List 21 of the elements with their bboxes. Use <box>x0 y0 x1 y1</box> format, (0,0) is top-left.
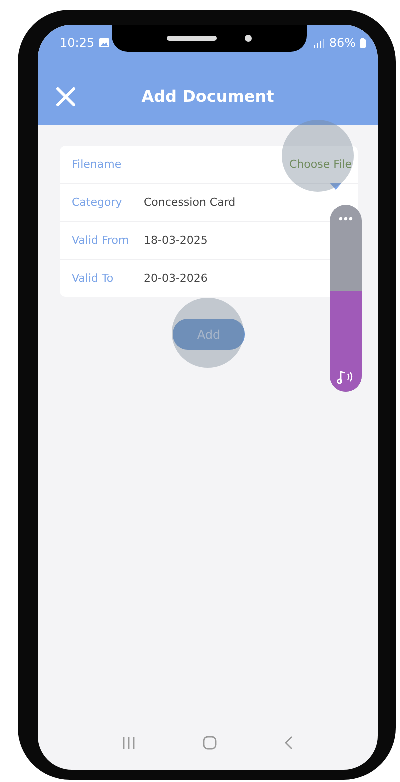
field-label: Valid To <box>72 272 115 285</box>
caret-icon <box>330 183 342 190</box>
image-icon <box>98 38 110 48</box>
close-icon[interactable] <box>56 87 76 107</box>
status-time: 10:25 <box>60 36 95 50</box>
category-select[interactable]: Concession Card <box>144 196 236 209</box>
signal-icon <box>313 38 326 48</box>
field-label: Category <box>72 196 124 209</box>
back-icon[interactable] <box>284 736 294 750</box>
more-icon[interactable] <box>339 217 353 221</box>
battery-level: 86% <box>329 36 356 50</box>
date-field[interactable]: 18-03-2025 <box>144 234 208 247</box>
field-label: Filename <box>72 158 123 171</box>
field-label: Valid From <box>72 234 130 247</box>
battery-icon <box>360 38 366 48</box>
home-icon[interactable] <box>202 736 217 750</box>
date-field[interactable]: 20-03-2026 <box>144 272 208 285</box>
recent-apps-icon[interactable] <box>122 736 136 750</box>
music-note-icon <box>337 370 355 384</box>
volume-slider[interactable] <box>330 205 362 392</box>
screen-title: Add Document <box>142 87 274 107</box>
